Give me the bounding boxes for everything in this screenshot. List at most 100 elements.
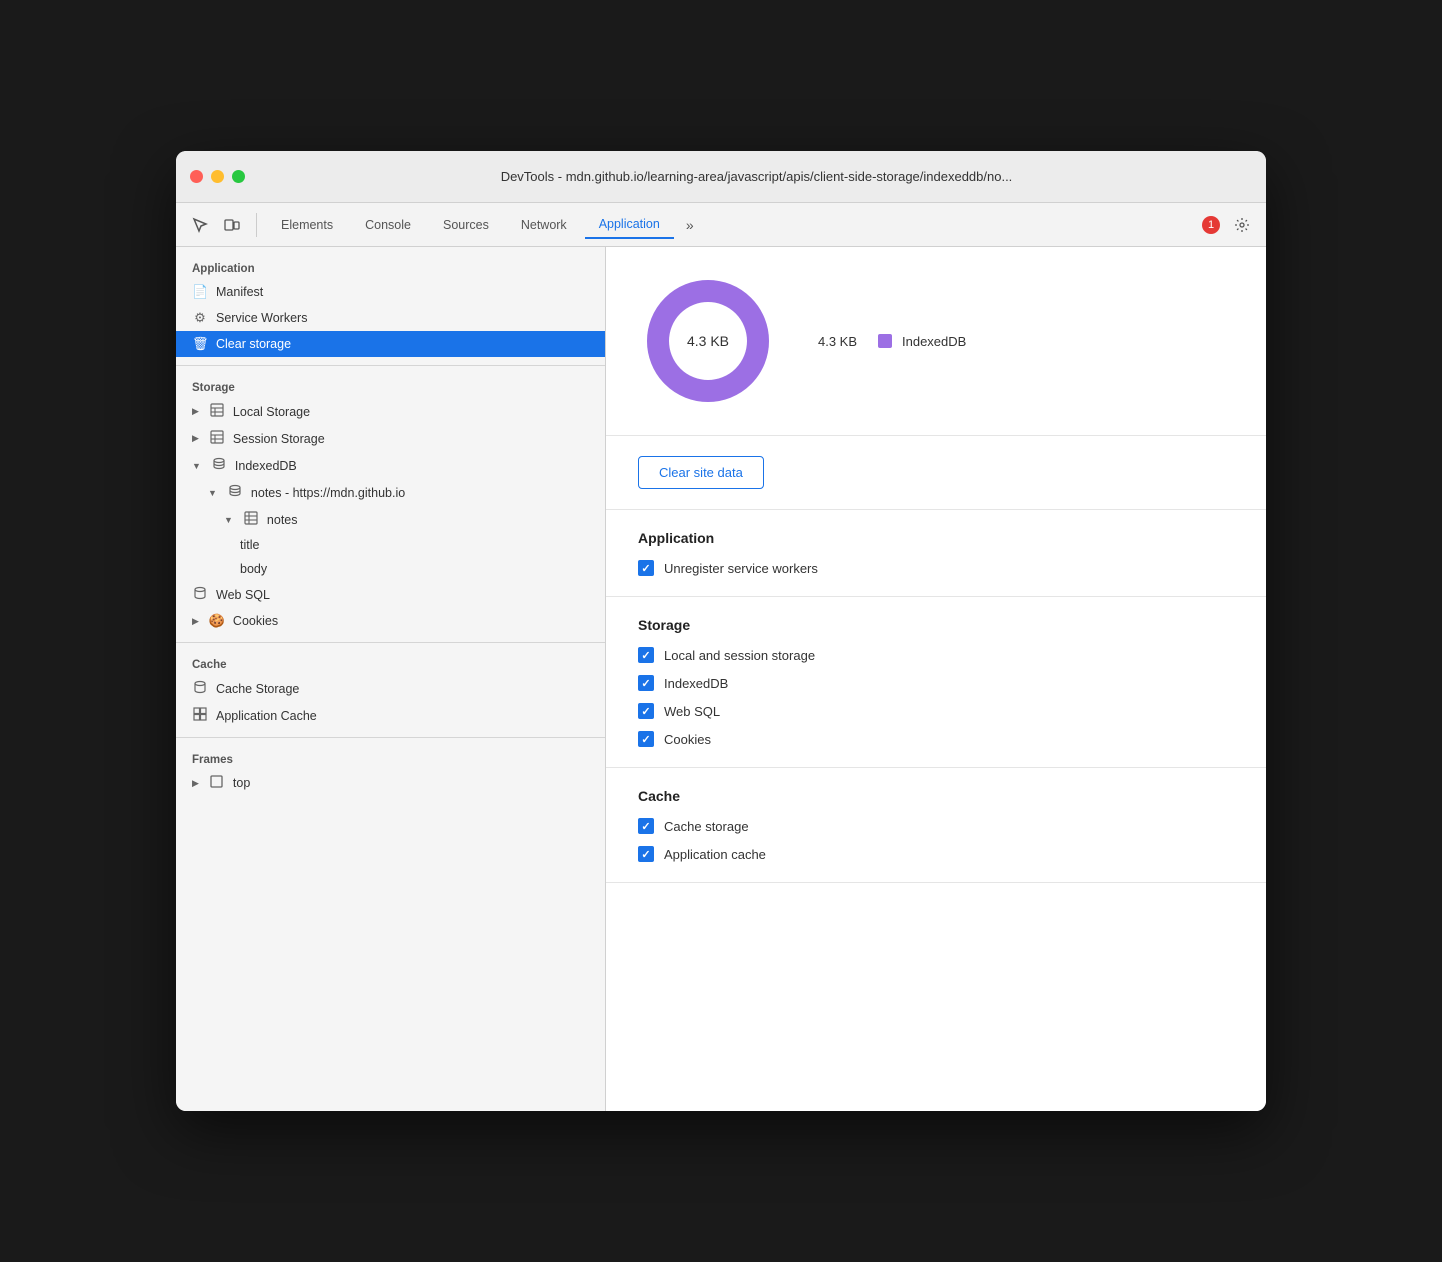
check-label: Local and session storage — [664, 648, 815, 663]
legend-label: IndexedDB — [902, 334, 966, 349]
sidebar-item-label: Manifest — [216, 285, 263, 299]
sidebar-item-label: IndexedDB — [235, 459, 297, 473]
tab-sources[interactable]: Sources — [429, 212, 503, 238]
collapse-arrow-icon: ▶ — [192, 778, 199, 789]
donut-chart: 4.3 KB — [638, 271, 778, 411]
check-label: Application cache — [664, 847, 766, 862]
check-label: Unregister service workers — [664, 561, 818, 576]
toolbar: Elements Console Sources Network Applica… — [176, 203, 1266, 247]
device-toolbar-icon[interactable] — [218, 211, 246, 239]
sidebar-item-app-cache[interactable]: Application Cache — [176, 702, 605, 729]
checkbox-websql[interactable] — [638, 703, 654, 719]
sidebar-divider-3 — [176, 737, 605, 738]
sidebar-item-label: title — [240, 538, 259, 552]
trash-icon: 🗑 — [192, 336, 208, 352]
sidebar-item-label: Local Storage — [233, 405, 310, 419]
content-panel: 4.3 KB 4.3 KB IndexedDB Clear site data … — [606, 247, 1266, 1111]
sidebar-item-top-frame[interactable]: ▶ top — [176, 770, 605, 796]
close-button[interactable] — [190, 170, 203, 183]
check-item-cache-storage: Cache storage — [638, 818, 1234, 834]
cache-section-title: Cache — [638, 788, 1234, 804]
sidebar-item-session-storage[interactable]: ▶ Session Storage — [176, 425, 605, 452]
checkbox-app-cache[interactable] — [638, 846, 654, 862]
sidebar-section-storage: Storage — [176, 374, 605, 398]
frame-icon — [209, 775, 225, 791]
sidebar-item-label: Service Workers — [216, 311, 307, 325]
storage-check-section: Storage Local and session storage Indexe… — [606, 597, 1266, 768]
checkbox-cache-storage[interactable] — [638, 818, 654, 834]
sidebar-item-notes-db[interactable]: ▼ notes - https://mdn.github.io — [176, 479, 605, 506]
settings-icon[interactable] — [1228, 211, 1256, 239]
sidebar-item-title-field[interactable]: title — [176, 533, 605, 557]
error-count-badge[interactable]: 1 — [1202, 216, 1220, 234]
sidebar-item-websql[interactable]: Web SQL — [176, 581, 605, 608]
sidebar-item-label: notes - https://mdn.github.io — [251, 486, 405, 500]
sidebar-item-label: Cache Storage — [216, 682, 299, 696]
maximize-button[interactable] — [232, 170, 245, 183]
more-tabs-icon[interactable]: » — [678, 213, 702, 237]
sidebar-item-manifest[interactable]: 📄 Manifest — [176, 279, 605, 305]
check-label: Cache storage — [664, 819, 749, 834]
sidebar-item-cookies[interactable]: ▶ 🍪 Cookies — [176, 608, 605, 634]
sidebar-section-frames: Frames — [176, 746, 605, 770]
sidebar-item-local-storage[interactable]: ▶ Local Storage — [176, 398, 605, 425]
tab-application[interactable]: Application — [585, 211, 674, 239]
cache-storage-icon — [192, 680, 208, 697]
websql-icon — [192, 586, 208, 603]
inspect-element-icon[interactable] — [186, 211, 214, 239]
check-label: Web SQL — [664, 704, 720, 719]
sidebar-section-application: Application — [176, 255, 605, 279]
legend-size: 4.3 KB — [818, 334, 868, 349]
cookies-icon: 🍪 — [209, 613, 225, 629]
check-item-cookies: Cookies — [638, 731, 1234, 747]
sidebar-item-clear-storage[interactable]: 🗑 Clear storage — [176, 331, 605, 357]
sidebar-item-body-field[interactable]: body — [176, 557, 605, 581]
sidebar-item-notes-table[interactable]: ▼ notes — [176, 506, 605, 533]
sidebar: Application 📄 Manifest ⚙ Service Workers… — [176, 247, 606, 1111]
sidebar-item-label: Session Storage — [233, 432, 325, 446]
sidebar-item-label: top — [233, 776, 250, 790]
main-content: Application 📄 Manifest ⚙ Service Workers… — [176, 247, 1266, 1111]
chart-legend: 4.3 KB IndexedDB — [818, 334, 966, 349]
application-check-section: Application Unregister service workers — [606, 510, 1266, 597]
cache-check-section: Cache Cache storage Application cache — [606, 768, 1266, 883]
donut-center-label: 4.3 KB — [687, 333, 729, 349]
sidebar-divider-1 — [176, 365, 605, 366]
app-cache-icon — [192, 707, 208, 724]
clear-site-data-button[interactable]: Clear site data — [638, 456, 764, 489]
legend-color-swatch — [878, 334, 892, 348]
tab-network[interactable]: Network — [507, 212, 581, 238]
check-item-app-cache: Application cache — [638, 846, 1234, 862]
toolbar-divider — [256, 213, 257, 237]
checkbox-cookies[interactable] — [638, 731, 654, 747]
sidebar-item-label: Web SQL — [216, 588, 270, 602]
clear-site-data-section: Clear site data — [606, 436, 1266, 510]
sidebar-item-label: Application Cache — [216, 709, 317, 723]
checkbox-local-session[interactable] — [638, 647, 654, 663]
check-item-indexeddb: IndexedDB — [638, 675, 1234, 691]
checkbox-indexeddb[interactable] — [638, 675, 654, 691]
collapse-arrow-icon: ▶ — [192, 616, 199, 627]
check-item-local-session: Local and session storage — [638, 647, 1234, 663]
tab-elements[interactable]: Elements — [267, 212, 347, 238]
local-storage-icon — [209, 403, 225, 420]
legend-item-indexeddb: 4.3 KB IndexedDB — [818, 334, 966, 349]
sidebar-divider-2 — [176, 642, 605, 643]
sidebar-item-label: Clear storage — [216, 337, 291, 351]
collapse-arrow-icon: ▶ — [192, 406, 199, 417]
toolbar-right: 1 — [1202, 211, 1256, 239]
gear-icon: ⚙ — [192, 310, 208, 326]
sidebar-item-indexeddb[interactable]: ▼ IndexedDB — [176, 452, 605, 479]
manifest-icon: 📄 — [192, 284, 208, 300]
sidebar-item-service-workers[interactable]: ⚙ Service Workers — [176, 305, 605, 331]
minimize-button[interactable] — [211, 170, 224, 183]
devtools-window: DevTools - mdn.github.io/learning-area/j… — [176, 151, 1266, 1111]
check-label: Cookies — [664, 732, 711, 747]
checkbox-unregister[interactable] — [638, 560, 654, 576]
sidebar-item-cache-storage[interactable]: Cache Storage — [176, 675, 605, 702]
traffic-lights — [190, 170, 245, 183]
chart-area: 4.3 KB 4.3 KB IndexedDB — [606, 247, 1266, 436]
tab-console[interactable]: Console — [351, 212, 425, 238]
application-section-title: Application — [638, 530, 1234, 546]
collapse-arrow-icon: ▼ — [208, 488, 217, 498]
